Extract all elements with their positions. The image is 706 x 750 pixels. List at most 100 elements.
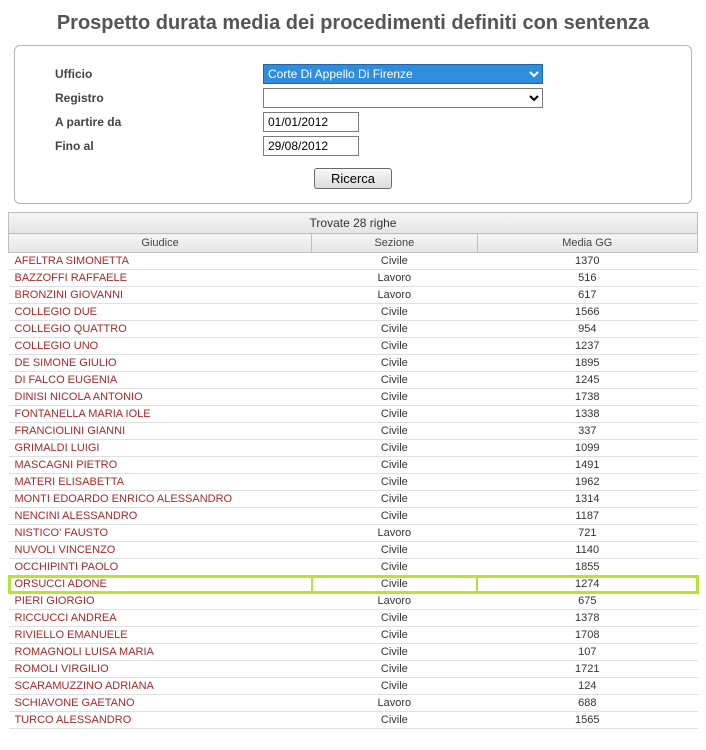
ufficio-label: Ufficio [51, 62, 259, 86]
cell-media: 617 [477, 287, 697, 304]
cell-giudice[interactable]: NENCINI ALESSANDRO [9, 508, 312, 525]
table-row[interactable]: DE SIMONE GIULIOCivile1895 [9, 355, 698, 372]
cell-media: 1962 [477, 474, 697, 491]
table-row[interactable]: SCHIAVONE GAETANOLavoro688 [9, 695, 698, 712]
table-row[interactable]: NISTICO' FAUSTOLavoro721 [9, 525, 698, 542]
cell-giudice[interactable]: ROMAGNOLI LUISA MARIA [9, 644, 312, 661]
cell-media: 337 [477, 423, 697, 440]
cell-giudice[interactable]: MATERI ELISABETTA [9, 474, 312, 491]
to-label: Fino al [51, 134, 259, 158]
table-row[interactable]: ORSUCCI ADONECivile1274 [9, 576, 698, 593]
cell-giudice[interactable]: ORSUCCI ADONE [9, 576, 312, 593]
cell-media: 1187 [477, 508, 697, 525]
cell-giudice[interactable]: NISTICO' FAUSTO [9, 525, 312, 542]
table-row[interactable]: FRANCIOLINI GIANNICivile337 [9, 423, 698, 440]
table-row[interactable]: RICCUCCI ANDREACivile1378 [9, 610, 698, 627]
cell-giudice[interactable]: GRIMALDI LUIGI [9, 440, 312, 457]
cell-sezione: Civile [312, 355, 477, 372]
table-row[interactable]: MONTI EDOARDO ENRICO ALESSANDROCivile131… [9, 491, 698, 508]
cell-sezione: Civile [312, 627, 477, 644]
cell-media: 1895 [477, 355, 697, 372]
table-row[interactable]: PIERI GIORGIOLavoro675 [9, 593, 698, 610]
cell-media: 1738 [477, 389, 697, 406]
cell-media: 1721 [477, 661, 697, 678]
table-row[interactable]: NUVOLI VINCENZOCivile1140 [9, 542, 698, 559]
cell-sezione: Civile [312, 389, 477, 406]
table-row[interactable]: BAZZOFFI RAFFAELELavoro516 [9, 270, 698, 287]
cell-media: 1245 [477, 372, 697, 389]
cell-media: 1099 [477, 440, 697, 457]
cell-giudice[interactable]: OCCHIPINTI PAOLO [9, 559, 312, 576]
search-button[interactable]: Ricerca [314, 168, 392, 189]
table-row[interactable]: ROMOLI VIRGILIOCivile1721 [9, 661, 698, 678]
table-row[interactable]: COLLEGIO DUECivile1566 [9, 304, 698, 321]
table-row[interactable]: COLLEGIO QUATTROCivile954 [9, 321, 698, 338]
cell-media: 1338 [477, 406, 697, 423]
table-row[interactable]: FONTANELLA MARIA IOLECivile1338 [9, 406, 698, 423]
cell-media: 1565 [477, 712, 697, 729]
cell-giudice[interactable]: FRANCIOLINI GIANNI [9, 423, 312, 440]
table-row[interactable]: RIVIELLO EMANUELECivile1708 [9, 627, 698, 644]
cell-media: 1274 [477, 576, 697, 593]
cell-giudice[interactable]: FONTANELLA MARIA IOLE [9, 406, 312, 423]
from-date-input[interactable] [263, 112, 359, 132]
cell-sezione: Civile [312, 304, 477, 321]
cell-giudice[interactable]: NUVOLI VINCENZO [9, 542, 312, 559]
cell-giudice[interactable]: TURCO ALESSANDRO [9, 712, 312, 729]
col-header-sezione[interactable]: Sezione [312, 234, 477, 253]
ufficio-select[interactable]: Corte Di Appello Di Firenze [263, 64, 543, 84]
cell-giudice[interactable]: RICCUCCI ANDREA [9, 610, 312, 627]
cell-media: 688 [477, 695, 697, 712]
table-row[interactable]: COLLEGIO UNOCivile1237 [9, 338, 698, 355]
table-row[interactable]: SCARAMUZZINO ADRIANACivile124 [9, 678, 698, 695]
cell-media: 1708 [477, 627, 697, 644]
table-row[interactable]: MASCAGNI PIETROCivile1491 [9, 457, 698, 474]
cell-giudice[interactable]: PIERI GIORGIO [9, 593, 312, 610]
col-header-media[interactable]: Media GG [477, 234, 697, 253]
cell-giudice[interactable]: DINISI NICOLA ANTONIO [9, 389, 312, 406]
registro-label: Registro [51, 86, 259, 110]
to-date-input[interactable] [263, 136, 359, 156]
cell-sezione: Civile [312, 678, 477, 695]
col-header-giudice[interactable]: Giudice [9, 234, 312, 253]
cell-sezione: Civile [312, 338, 477, 355]
cell-giudice[interactable]: SCARAMUZZINO ADRIANA [9, 678, 312, 695]
cell-media: 954 [477, 321, 697, 338]
table-row[interactable]: DINISI NICOLA ANTONIOCivile1738 [9, 389, 698, 406]
cell-giudice[interactable]: RIVIELLO EMANUELE [9, 627, 312, 644]
cell-sezione: Civile [312, 712, 477, 729]
table-row[interactable]: GRIMALDI LUIGICivile1099 [9, 440, 698, 457]
cell-giudice[interactable]: MASCAGNI PIETRO [9, 457, 312, 474]
cell-giudice[interactable]: MONTI EDOARDO ENRICO ALESSANDRO [9, 491, 312, 508]
table-row[interactable]: ROMAGNOLI LUISA MARIACivile107 [9, 644, 698, 661]
cell-giudice[interactable]: COLLEGIO DUE [9, 304, 312, 321]
cell-giudice[interactable]: BAZZOFFI RAFFAELE [9, 270, 312, 287]
cell-media: 1237 [477, 338, 697, 355]
table-row[interactable]: OCCHIPINTI PAOLOCivile1855 [9, 559, 698, 576]
table-row[interactable]: AFELTRA SIMONETTACivile1370 [9, 253, 698, 270]
cell-giudice[interactable]: BRONZINI GIOVANNI [9, 287, 312, 304]
cell-giudice[interactable]: DI FALCO EUGENIA [9, 372, 312, 389]
cell-sezione: Civile [312, 542, 477, 559]
cell-sezione: Lavoro [312, 525, 477, 542]
cell-sezione: Civile [312, 253, 477, 270]
cell-media: 1140 [477, 542, 697, 559]
cell-sezione: Civile [312, 406, 477, 423]
table-row[interactable]: DI FALCO EUGENIACivile1245 [9, 372, 698, 389]
table-row[interactable]: TURCO ALESSANDROCivile1565 [9, 712, 698, 729]
cell-sezione: Civile [312, 610, 477, 627]
cell-media: 1314 [477, 491, 697, 508]
cell-giudice[interactable]: COLLEGIO QUATTRO [9, 321, 312, 338]
registro-select[interactable] [263, 88, 543, 108]
cell-sezione: Civile [312, 321, 477, 338]
filter-table: Ufficio Corte Di Appello Di Firenze Regi… [51, 62, 655, 158]
cell-giudice[interactable]: DE SIMONE GIULIO [9, 355, 312, 372]
table-row[interactable]: BRONZINI GIOVANNILavoro617 [9, 287, 698, 304]
table-row[interactable]: MATERI ELISABETTACivile1962 [9, 474, 698, 491]
cell-giudice[interactable]: ROMOLI VIRGILIO [9, 661, 312, 678]
cell-giudice[interactable]: AFELTRA SIMONETTA [9, 253, 312, 270]
cell-giudice[interactable]: COLLEGIO UNO [9, 338, 312, 355]
cell-sezione: Civile [312, 491, 477, 508]
cell-giudice[interactable]: SCHIAVONE GAETANO [9, 695, 312, 712]
table-row[interactable]: NENCINI ALESSANDROCivile1187 [9, 508, 698, 525]
